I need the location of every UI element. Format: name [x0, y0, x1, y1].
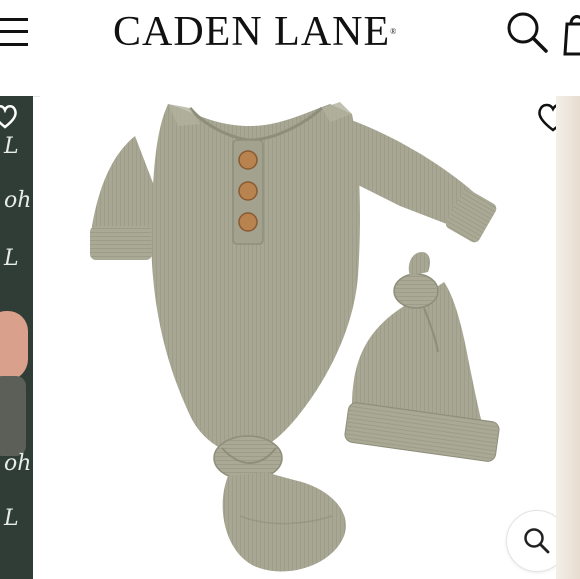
hamburger-menu-icon[interactable]: [0, 14, 34, 50]
chalk-letter: L: [4, 506, 19, 531]
wooden-button: [238, 181, 258, 201]
site-header: CADEN LANE®: [0, 0, 580, 97]
chalk-letter: L: [4, 134, 19, 159]
trademark-symbol: ®: [390, 27, 398, 36]
previous-slide-image[interactable]: L oh L oh L: [0, 96, 33, 579]
product-image-carousel[interactable]: L oh L oh L: [0, 96, 580, 579]
shopping-bag-icon[interactable]: [561, 10, 580, 56]
search-icon[interactable]: [505, 10, 549, 54]
gown-knot: [213, 435, 283, 481]
hand-photo-detail: [0, 311, 28, 381]
heart-outline-icon[interactable]: [0, 104, 18, 130]
sleeve-photo-detail: [0, 376, 26, 456]
next-slide-image[interactable]: [556, 96, 580, 579]
brand-name: CADEN LANE: [113, 9, 391, 55]
wooden-button: [238, 150, 258, 170]
chalk-letter: oh: [4, 451, 32, 476]
product-image-main[interactable]: [40, 96, 568, 579]
brand-logo[interactable]: CADEN LANE®: [113, 8, 397, 56]
magnify-icon: [524, 528, 550, 554]
left-cuff: [90, 226, 152, 260]
chalk-letter: oh: [4, 188, 32, 213]
product-photo: [90, 102, 500, 572]
wooden-button: [238, 212, 258, 232]
chalk-letter: L: [4, 246, 19, 271]
